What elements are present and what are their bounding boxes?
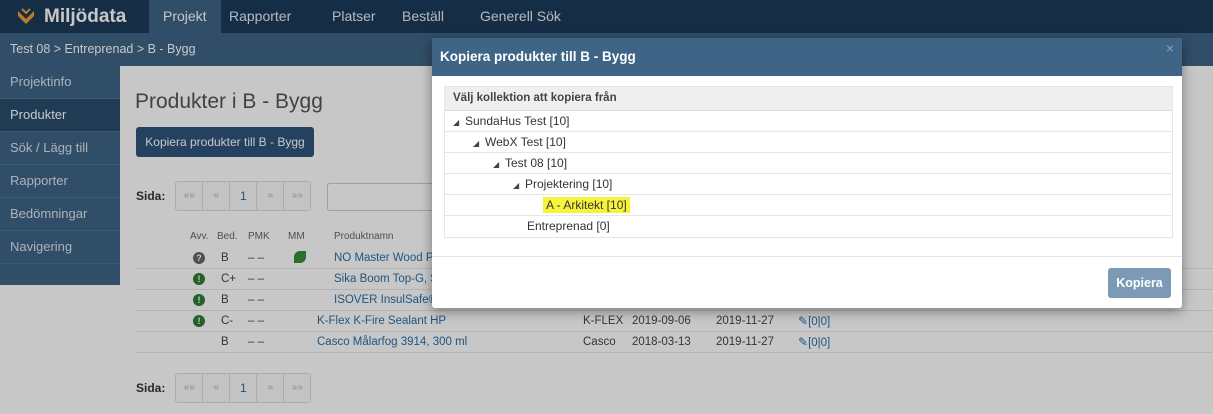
tree-node-selected[interactable]: A - Arkitekt [10]: [445, 195, 1172, 216]
panel-title: Välj kollektion att kopiera från: [445, 87, 1172, 111]
collection-panel: Välj kollektion att kopiera från ◢ SundaH…: [444, 86, 1173, 238]
tree-node[interactable]: ◢ Projektering [10]: [445, 174, 1172, 195]
close-icon[interactable]: ×: [1166, 40, 1174, 56]
expanded-triangle-icon[interactable]: ◢: [453, 113, 465, 133]
expanded-triangle-icon[interactable]: ◢: [513, 176, 525, 196]
modal-header: Kopiera produkter till B - Bygg ×: [432, 38, 1182, 76]
tree-node-label[interactable]: SundaHus Test [10]: [465, 114, 570, 128]
modal-title: Kopiera produkter till B - Bygg: [440, 49, 636, 64]
tree-node-label[interactable]: WebX Test [10]: [485, 135, 566, 149]
tree-node[interactable]: ◢ SundaHus Test [10]: [445, 111, 1172, 132]
tree-node[interactable]: ◢ Test 08 [10]: [445, 153, 1172, 174]
tree-node-label[interactable]: Projektering [10]: [525, 177, 612, 191]
tree-node-label[interactable]: Entreprenad [0]: [527, 219, 610, 233]
tree-node-label[interactable]: Test 08 [10]: [505, 156, 567, 170]
modal-divider: [432, 256, 1182, 257]
expanded-triangle-icon[interactable]: ◢: [473, 134, 485, 154]
tree-node-label[interactable]: A - Arkitekt [10]: [543, 197, 630, 213]
copy-products-modal: Kopiera produkter till B - Bygg × Välj k…: [432, 38, 1182, 308]
expanded-triangle-icon[interactable]: ◢: [493, 155, 505, 175]
kopiera-button[interactable]: Kopiera: [1108, 268, 1171, 298]
tree-node[interactable]: Entreprenad [0]: [445, 216, 1172, 236]
tree-node[interactable]: ◢ WebX Test [10]: [445, 132, 1172, 153]
